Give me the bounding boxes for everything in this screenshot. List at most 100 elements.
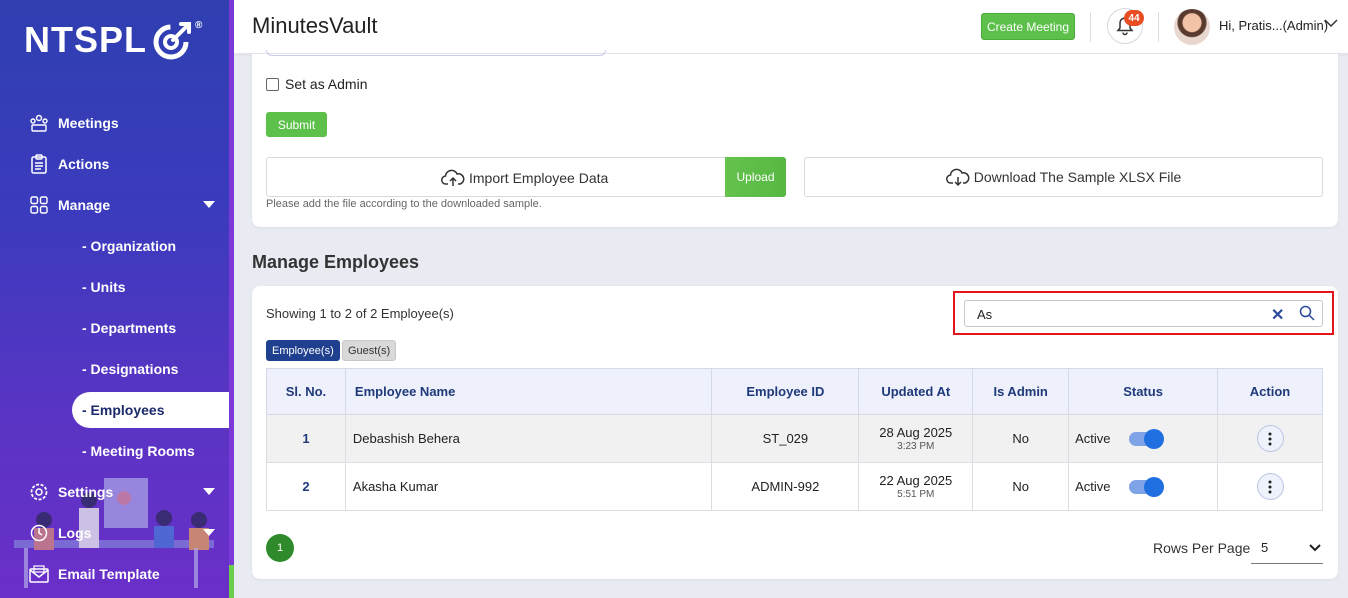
rows-per-page-select[interactable]: 5 — [1251, 532, 1323, 564]
sidebar-item-meetings[interactable]: Meetings — [0, 104, 229, 142]
status-text: Active — [1075, 431, 1111, 446]
clear-search-icon[interactable]: ✕ — [1271, 305, 1284, 325]
top-header: MinutesVault Create Meeting 44 Hi, Prati… — [234, 0, 1348, 54]
updated-date: 28 Aug 2025 — [879, 425, 953, 440]
cell-updated-at: 22 Aug 2025 5:51 PM — [858, 462, 974, 511]
column-header[interactable]: Sl. No. — [266, 368, 346, 415]
logo-text: NTSPL — [24, 19, 148, 60]
subitem-label: - Departments — [82, 320, 177, 336]
sidebar-subitem-employees[interactable]: - Employees — [72, 392, 229, 428]
pagination-page-1[interactable]: 1 — [266, 534, 294, 562]
import-label: Import Employee Data — [441, 168, 608, 188]
tab-employees[interactable]: Employee(s) — [266, 340, 340, 361]
column-header: Action — [1217, 368, 1323, 415]
sidebar-edge — [229, 0, 234, 598]
header-divider — [1158, 12, 1159, 42]
more-vertical-icon — [1268, 432, 1272, 445]
registered-mark: ® — [195, 20, 204, 31]
cell-sl-no: 1 — [266, 414, 346, 463]
set-admin-checkbox[interactable] — [266, 77, 279, 91]
sidebar-item-actions[interactable]: Actions — [0, 145, 229, 183]
column-header[interactable]: Is Admin — [972, 368, 1070, 415]
updated-time: 3:23 PM — [897, 441, 935, 452]
subitem-label: - Employees — [82, 402, 165, 418]
import-hint: Please add the file according to the dow… — [266, 198, 542, 210]
cell-action — [1217, 462, 1323, 511]
sidebar-subitem-units[interactable]: - Units — [72, 269, 229, 305]
subitem-label: - Organization — [82, 238, 177, 254]
cell-employee-id: ST_029 — [711, 414, 860, 463]
sidebar-subitem-meeting-rooms[interactable]: - Meeting Rooms — [72, 433, 229, 469]
employees-table: Sl. No. Employee Name Employee ID Update… — [266, 368, 1323, 511]
sidebar-item-settings[interactable]: Settings — [0, 473, 229, 511]
create-meeting-button[interactable]: Create Meeting — [981, 13, 1075, 40]
sidebar-item-label: Meetings — [58, 115, 119, 131]
row-actions-button[interactable] — [1256, 473, 1284, 500]
brand-logo[interactable]: NTSPL ® — [24, 18, 203, 62]
cloud-upload-icon — [441, 169, 465, 186]
subitem-label: - Meeting Rooms — [82, 443, 195, 459]
upload-button[interactable]: Upload — [725, 157, 786, 197]
download-label: Download The Sample XLSX File — [973, 169, 1182, 185]
submit-button[interactable]: Submit — [266, 112, 327, 137]
sidebar-subitem-organization[interactable]: - Organization — [72, 228, 229, 264]
showing-count: Showing 1 to 2 of 2 Employee(s) — [266, 306, 454, 321]
cell-employee-name: Akasha Kumar — [344, 462, 713, 511]
cell-sl-no: 2 — [266, 462, 346, 511]
status-toggle[interactable] — [1128, 476, 1164, 497]
column-header[interactable]: Updated At — [858, 368, 974, 415]
set-admin-checkbox-row[interactable]: Set as Admin — [266, 76, 368, 92]
employee-form-panel: Set as Admin Submit Import Employee Data… — [252, 50, 1338, 227]
rows-per-page-label: Rows Per Page — [1153, 540, 1251, 556]
more-vertical-icon — [1268, 480, 1272, 493]
import-employee-data-field[interactable]: Import Employee Data Upload — [266, 157, 786, 197]
sidebar-subitem-departments[interactable]: - Departments — [72, 310, 229, 346]
cell-employee-name: Debashish Behera — [344, 414, 713, 463]
sidebar-edge-accent — [229, 565, 234, 598]
logo-mark-icon — [153, 22, 192, 60]
clipboard-icon — [28, 153, 50, 175]
rows-per-page-value: 5 — [1261, 540, 1269, 555]
set-admin-label: Set as Admin — [285, 76, 368, 92]
caret-down-icon — [203, 201, 215, 208]
caret-down-icon — [203, 488, 215, 495]
cell-employee-id: ADMIN-992 — [711, 462, 860, 511]
notification-badge: 44 — [1124, 10, 1144, 26]
sidebar-item-label: Settings — [58, 484, 114, 500]
status-text: Active — [1075, 479, 1111, 494]
sidebar-item-email-template[interactable]: Email Template — [0, 555, 229, 593]
updated-date: 22 Aug 2025 — [879, 473, 953, 488]
subitem-label: - Designations — [82, 361, 179, 377]
previous-input-field[interactable] — [266, 50, 606, 56]
caret-down-icon — [203, 529, 215, 536]
import-label-text: Import Employee Data — [469, 170, 609, 186]
cell-is-admin: No — [972, 414, 1070, 463]
app-title: MinutesVault — [252, 13, 378, 38]
cell-status: Active — [1068, 414, 1219, 463]
table-row[interactable]: 1 Debashish Behera ST_029 28 Aug 2025 3:… — [266, 414, 1323, 463]
sidebar-item-manage[interactable]: Manage — [0, 186, 229, 224]
user-greeting[interactable]: Hi, Pratis...(Admin) — [1219, 18, 1328, 33]
search-icon[interactable] — [1299, 305, 1315, 321]
column-header[interactable]: Status — [1068, 368, 1219, 415]
chevron-down-icon[interactable] — [1324, 18, 1338, 28]
download-sample-button[interactable]: Download The Sample XLSX File — [804, 157, 1323, 197]
tab-guests[interactable]: Guest(s) — [342, 340, 397, 361]
column-header[interactable]: Employee ID — [711, 368, 860, 415]
column-header[interactable]: Employee Name — [344, 368, 713, 415]
cell-updated-at: 28 Aug 2025 3:23 PM — [858, 414, 974, 463]
grid-icon — [28, 194, 50, 216]
search-input[interactable]: As ✕ — [964, 300, 1323, 327]
meetings-icon — [28, 112, 50, 134]
envelope-icon — [28, 563, 50, 585]
sidebar-item-logs[interactable]: Logs — [0, 514, 229, 552]
status-toggle[interactable] — [1128, 428, 1164, 449]
row-actions-button[interactable] — [1256, 425, 1284, 452]
sidebar-subitem-designations[interactable]: - Designations — [72, 351, 229, 387]
toggle-knob — [1143, 428, 1164, 449]
table-row[interactable]: 2 Akasha Kumar ADMIN-992 22 Aug 2025 5:5… — [266, 462, 1323, 511]
sidebar-item-label: Email Template — [58, 566, 160, 582]
avatar[interactable] — [1174, 9, 1210, 45]
employees-card: Showing 1 to 2 of 2 Employee(s) As ✕ Emp… — [252, 286, 1338, 579]
subitem-label: - Units — [82, 279, 126, 295]
